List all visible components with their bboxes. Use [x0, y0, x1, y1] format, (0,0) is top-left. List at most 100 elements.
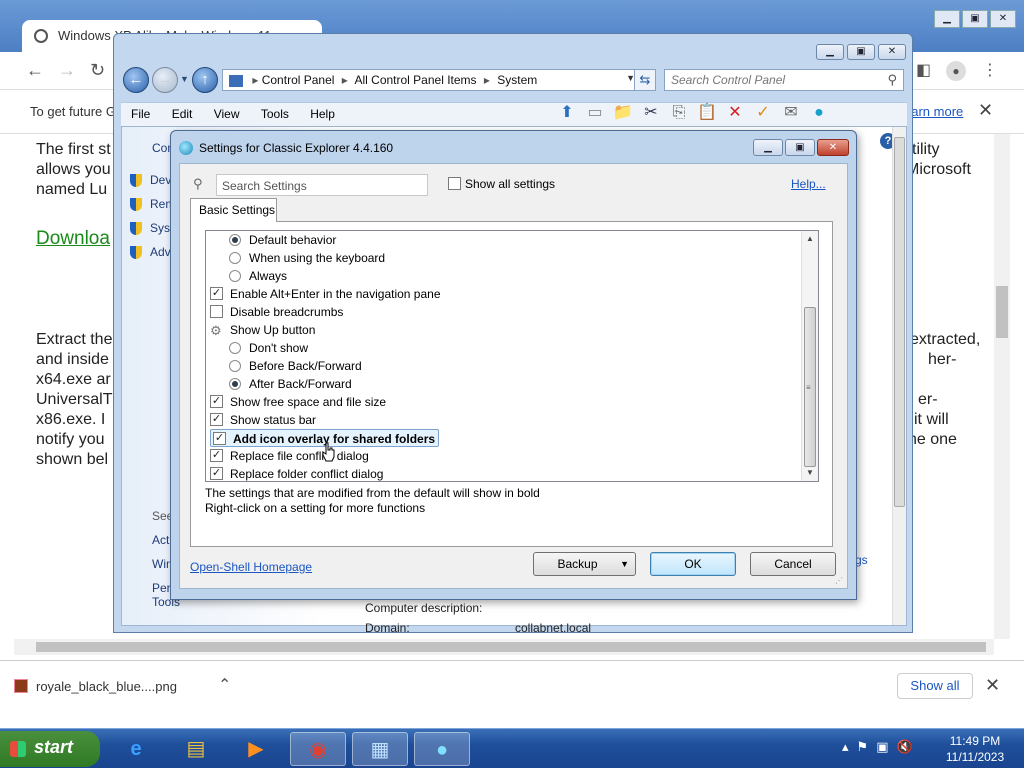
media-player-icon[interactable]: ▶ [228, 732, 284, 766]
show-all-button[interactable]: Show all [897, 673, 973, 699]
radio-unselected[interactable] [229, 269, 241, 282]
checkbox-checked[interactable]: ✓ [210, 467, 223, 481]
cp-left-link-2[interactable]: Rem [130, 197, 175, 212]
maximize-button[interactable]: ▣ [785, 139, 815, 156]
radio-unselected[interactable] [229, 251, 241, 264]
radio-selected[interactable] [229, 377, 241, 390]
minimize-button[interactable]: ▁ [753, 139, 783, 156]
open-shell-homepage-link[interactable]: Open-Shell Homepage [190, 560, 312, 574]
resize-grip[interactable]: ⋰ [835, 576, 843, 585]
checkbox-checked[interactable]: ✓ [210, 395, 223, 409]
maximize-button[interactable]: ▣ [962, 10, 988, 28]
radio-selected[interactable] [229, 233, 241, 246]
menu-tools[interactable]: Tools [261, 107, 289, 121]
page-horizontal-scrollbar[interactable] [14, 639, 994, 655]
volume-muted-icon[interactable]: 🔇 [896, 739, 912, 755]
cut-icon[interactable]: ✂ [640, 102, 662, 124]
start-button[interactable]: start [0, 731, 100, 767]
setting-row[interactable]: Default behavior [229, 231, 336, 249]
cp-left-link-4[interactable]: Adv [130, 245, 171, 260]
forward-arrow-icon[interactable]: → [58, 60, 76, 81]
download-item[interactable]: royale_black_blue....png [36, 679, 177, 694]
page-vertical-scrollbar[interactable] [994, 134, 1010, 639]
close-icon[interactable]: ✕ [985, 675, 1000, 696]
setting-row[interactable]: Before Back/Forward [229, 357, 362, 375]
show-all-settings-checkbox[interactable]: Show all settings [448, 177, 555, 191]
cp-left-link-1[interactable]: Dev [130, 173, 171, 188]
chevron-down-icon[interactable]: ▼ [180, 74, 189, 84]
setting-row[interactable]: Always [229, 267, 287, 285]
menu-file[interactable]: File [131, 107, 150, 121]
folder-options-icon[interactable]: 📁 [612, 102, 634, 124]
setting-row[interactable]: When using the keyboard [229, 249, 385, 267]
setting-row[interactable]: ⚙ Show Up button [210, 321, 315, 339]
settings-tree-scrollbar[interactable]: ▲ ≡ ▼ [801, 231, 818, 481]
close-icon[interactable]: ✕ [978, 100, 993, 121]
chevron-up-icon[interactable]: ⌃ [218, 675, 231, 695]
address-bar[interactable]: ▸ Control Panel ▸ All Control Panel Item… [222, 69, 642, 91]
profile-avatar[interactable]: ● [946, 61, 966, 81]
setting-row[interactable]: ✓ Show free space and file size [210, 393, 386, 411]
ok-button[interactable]: OK [650, 552, 736, 576]
delete-icon[interactable]: ✕ [724, 102, 746, 124]
close-button[interactable]: ✕ [817, 139, 849, 156]
menu-edit[interactable]: Edit [172, 107, 193, 121]
classic-shell-icon[interactable]: ● [414, 732, 470, 766]
scroll-down-icon[interactable]: ▼ [802, 465, 818, 481]
close-button[interactable]: ✕ [990, 10, 1016, 28]
cp-left-link-3[interactable]: Sys [130, 221, 170, 236]
scroll-up-icon[interactable]: ▲ [802, 231, 818, 247]
minimize-button[interactable]: ▁ [934, 10, 960, 28]
network-icon[interactable]: ▣ [876, 739, 888, 755]
close-button[interactable]: ✕ [878, 44, 906, 60]
action-center-icon[interactable]: ⚑ [857, 739, 869, 755]
copy-icon[interactable]: ⎘ [668, 102, 690, 124]
control-panel-search[interactable]: Search Control Panel ⚲ [664, 69, 904, 91]
menu-view[interactable]: View [214, 107, 240, 121]
sidebar-icon[interactable]: ◧ [916, 60, 931, 80]
setting-row[interactable]: Don't show [229, 339, 308, 357]
checkbox-checked[interactable]: ✓ [210, 287, 223, 301]
show-hidden-icons-icon[interactable]: ▴ [842, 739, 849, 755]
setting-row[interactable]: ✓ Enable Alt+Enter in the navigation pane [210, 285, 441, 303]
setting-row[interactable]: ✓ Show status bar [210, 411, 316, 429]
setting-row[interactable]: ✓ Replace folder conflict dialog [210, 465, 383, 481]
checkbox-checked[interactable]: ✓ [213, 432, 226, 446]
back-button[interactable]: ← [123, 67, 149, 93]
radio-unselected[interactable] [229, 359, 241, 372]
tab-basic-settings[interactable]: Basic Settings [190, 198, 277, 222]
control-panel-icon[interactable]: ▦ [352, 732, 408, 766]
download-link[interactable]: Downloa [36, 228, 110, 250]
help-link[interactable]: Help... [791, 177, 826, 191]
back-arrow-icon[interactable]: ← [26, 60, 44, 81]
setting-row[interactable]: After Back/Forward [229, 375, 352, 393]
settings-search-input[interactable]: Search Settings [216, 174, 428, 196]
email-icon[interactable]: ✉ [780, 102, 802, 124]
pane-icon[interactable]: ▭ [584, 102, 606, 124]
paste-icon[interactable]: 📋 [696, 102, 718, 124]
properties-check-icon[interactable]: ✓ [752, 102, 774, 124]
cancel-button[interactable]: Cancel [750, 552, 836, 576]
chrome-icon[interactable]: ◉ [290, 732, 346, 766]
checkbox-checked[interactable]: ✓ [210, 413, 223, 427]
cp-vertical-scrollbar[interactable] [892, 127, 906, 625]
backup-button[interactable]: Backup ▼ [533, 552, 636, 576]
menu-help[interactable]: Help [310, 107, 335, 121]
setting-row[interactable]: ✓ Replace file conflict dialog [210, 447, 369, 465]
settings-group-icon[interactable]: ⚙ [210, 324, 223, 337]
settings-shell-icon[interactable]: ● [808, 102, 830, 124]
internet-explorer-icon[interactable]: e [108, 732, 164, 766]
maximize-button[interactable]: ▣ [847, 44, 875, 60]
minimize-button[interactable]: ▁ [816, 44, 844, 60]
kebab-menu-icon[interactable]: ⋮ [982, 60, 998, 80]
reload-icon[interactable]: ↻ [90, 60, 105, 81]
forward-button[interactable]: → [152, 67, 178, 93]
radio-unselected[interactable] [229, 341, 241, 354]
checkbox-checked[interactable]: ✓ [210, 449, 223, 463]
checkbox-unchecked[interactable] [210, 305, 223, 319]
setting-row[interactable]: Disable breadcrumbs [210, 303, 343, 321]
up-folder-icon[interactable]: ⬆ [556, 102, 578, 124]
up-button[interactable]: ↑ [192, 67, 218, 93]
clock[interactable]: 11:49 PM 11/11/2023 [940, 733, 1010, 765]
see-also-link-1[interactable]: Act [152, 533, 169, 547]
